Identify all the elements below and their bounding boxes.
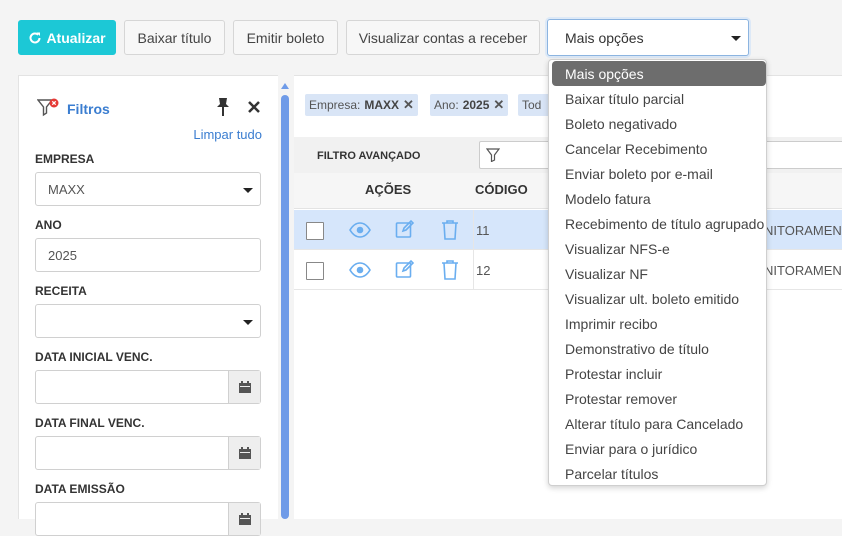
calendar-icon[interactable] xyxy=(228,371,260,403)
filter-icon xyxy=(486,148,500,162)
dropdown-option[interactable]: Alterar título para Cancelado xyxy=(549,411,766,436)
filter-icon xyxy=(37,98,59,117)
dropdown-option[interactable]: Enviar para o jurídico xyxy=(549,436,766,461)
empresa-label: EMPRESA xyxy=(35,152,95,166)
advanced-filter-label: FILTRO AVANÇADO xyxy=(317,150,421,162)
chip-label: Tod xyxy=(522,98,542,112)
remove-icon[interactable]: ✕ xyxy=(493,97,504,113)
dropdown-option[interactable]: Imprimir recibo xyxy=(549,311,766,336)
chevron-down-icon xyxy=(243,320,253,325)
chevron-down-icon xyxy=(243,188,253,193)
more-options-select[interactable]: Mais opções xyxy=(547,19,749,56)
view-receivables-button[interactable]: Visualizar contas a receber xyxy=(346,20,540,55)
refresh-label: Atualizar xyxy=(46,29,106,46)
issue-boleto-button[interactable]: Emitir boleto xyxy=(233,20,338,55)
receita-label: RECEITA xyxy=(35,284,87,298)
issue-boleto-label: Emitir boleto xyxy=(246,29,325,46)
data-final-input[interactable] xyxy=(35,436,261,470)
ano-label: ANO xyxy=(35,218,62,232)
row-code: 11 xyxy=(476,223,490,238)
scroll-thumb[interactable] xyxy=(281,95,289,519)
dropdown-option[interactable]: Boleto negativado xyxy=(549,111,766,136)
dropdown-option[interactable]: Baixar título parcial xyxy=(549,86,766,111)
dropdown-option[interactable]: Enviar boleto por e-mail xyxy=(549,161,766,186)
view-icon[interactable] xyxy=(349,222,371,238)
scroll-up-icon[interactable] xyxy=(281,83,289,89)
refresh-icon xyxy=(29,31,41,43)
edit-icon[interactable] xyxy=(395,259,415,279)
dropdown-option[interactable]: Visualizar NFS-e xyxy=(549,236,766,261)
dropdown-option[interactable]: Modelo fatura xyxy=(549,186,766,211)
filter-chip-empresa[interactable]: Empresa: MAXX ✕ xyxy=(305,94,418,116)
dropdown-option[interactable]: Visualizar NF xyxy=(549,261,766,286)
more-options-dropdown: Mais opções Baixar título parcial Boleto n… xyxy=(548,59,767,486)
dropdown-option[interactable]: Parcelar títulos xyxy=(549,461,766,485)
view-icon[interactable] xyxy=(349,262,371,278)
ano-value: 2025 xyxy=(48,247,77,263)
chip-value: 2025 xyxy=(462,98,490,112)
empresa-value: MAXX xyxy=(48,181,85,197)
calendar-icon[interactable] xyxy=(228,503,260,535)
trash-icon[interactable] xyxy=(441,219,459,240)
col-code[interactable]: CÓDIGO xyxy=(475,182,528,197)
close-icon[interactable] xyxy=(247,100,261,114)
data-emissao-label: DATA EMISSÃO xyxy=(35,482,125,496)
edit-icon[interactable] xyxy=(395,219,415,239)
chevron-down-icon xyxy=(731,36,741,41)
remove-icon[interactable]: ✕ xyxy=(403,97,414,113)
filter-chip-ano[interactable]: Ano: 2025 ✕ xyxy=(430,94,509,116)
filters-panel: Filtros Limpar tudo EMPRESA MAXX ANO 202… xyxy=(18,75,278,536)
row-checkbox[interactable] xyxy=(306,222,324,240)
row-truncated-text: NITORAMENT xyxy=(764,223,842,238)
ano-input[interactable]: 2025 xyxy=(35,238,261,272)
trash-icon[interactable] xyxy=(441,259,459,280)
row-checkbox[interactable] xyxy=(306,262,324,280)
view-receivables-label: Visualizar contas a receber xyxy=(358,29,528,46)
dropdown-option[interactable]: Protestar remover xyxy=(549,386,766,411)
clear-all-link[interactable]: Limpar tudo xyxy=(193,127,262,142)
dropdown-option[interactable]: Recebimento de título agrupado xyxy=(549,211,766,236)
chip-label: Empresa: xyxy=(309,98,361,112)
chip-value: MAXX xyxy=(364,98,400,112)
data-inicial-label: DATA INICIAL VENC. xyxy=(35,350,153,364)
dropdown-option[interactable]: Protestar incluir xyxy=(549,361,766,386)
receita-select[interactable] xyxy=(35,304,261,338)
dropdown-option[interactable]: Visualizar ult. boleto emitido xyxy=(549,286,766,311)
chip-label: Ano: xyxy=(434,98,459,112)
data-emissao-input[interactable] xyxy=(35,502,261,536)
filters-title: Filtros xyxy=(67,101,110,117)
data-inicial-input[interactable] xyxy=(35,370,261,404)
refresh-button[interactable]: Atualizar xyxy=(18,20,116,55)
dropdown-option[interactable]: Mais opções xyxy=(552,61,766,86)
col-actions: AÇÕES xyxy=(365,182,412,197)
dropdown-option[interactable]: Demonstrativo de título xyxy=(549,336,766,361)
dropdown-option[interactable]: Cancelar Recebimento xyxy=(549,136,766,161)
row-code: 12 xyxy=(476,263,491,278)
empresa-select[interactable]: MAXX xyxy=(35,172,261,206)
more-options-value: Mais opções xyxy=(565,29,644,46)
panel-scrollbar[interactable] xyxy=(280,80,290,519)
calendar-icon[interactable] xyxy=(228,437,260,469)
row-truncated-text: NITORAMENT xyxy=(764,263,842,278)
download-title-button[interactable]: Baixar título xyxy=(124,20,225,55)
pin-icon[interactable] xyxy=(214,97,232,117)
download-title-label: Baixar título xyxy=(137,29,212,46)
data-final-label: DATA FINAL VENC. xyxy=(35,416,145,430)
